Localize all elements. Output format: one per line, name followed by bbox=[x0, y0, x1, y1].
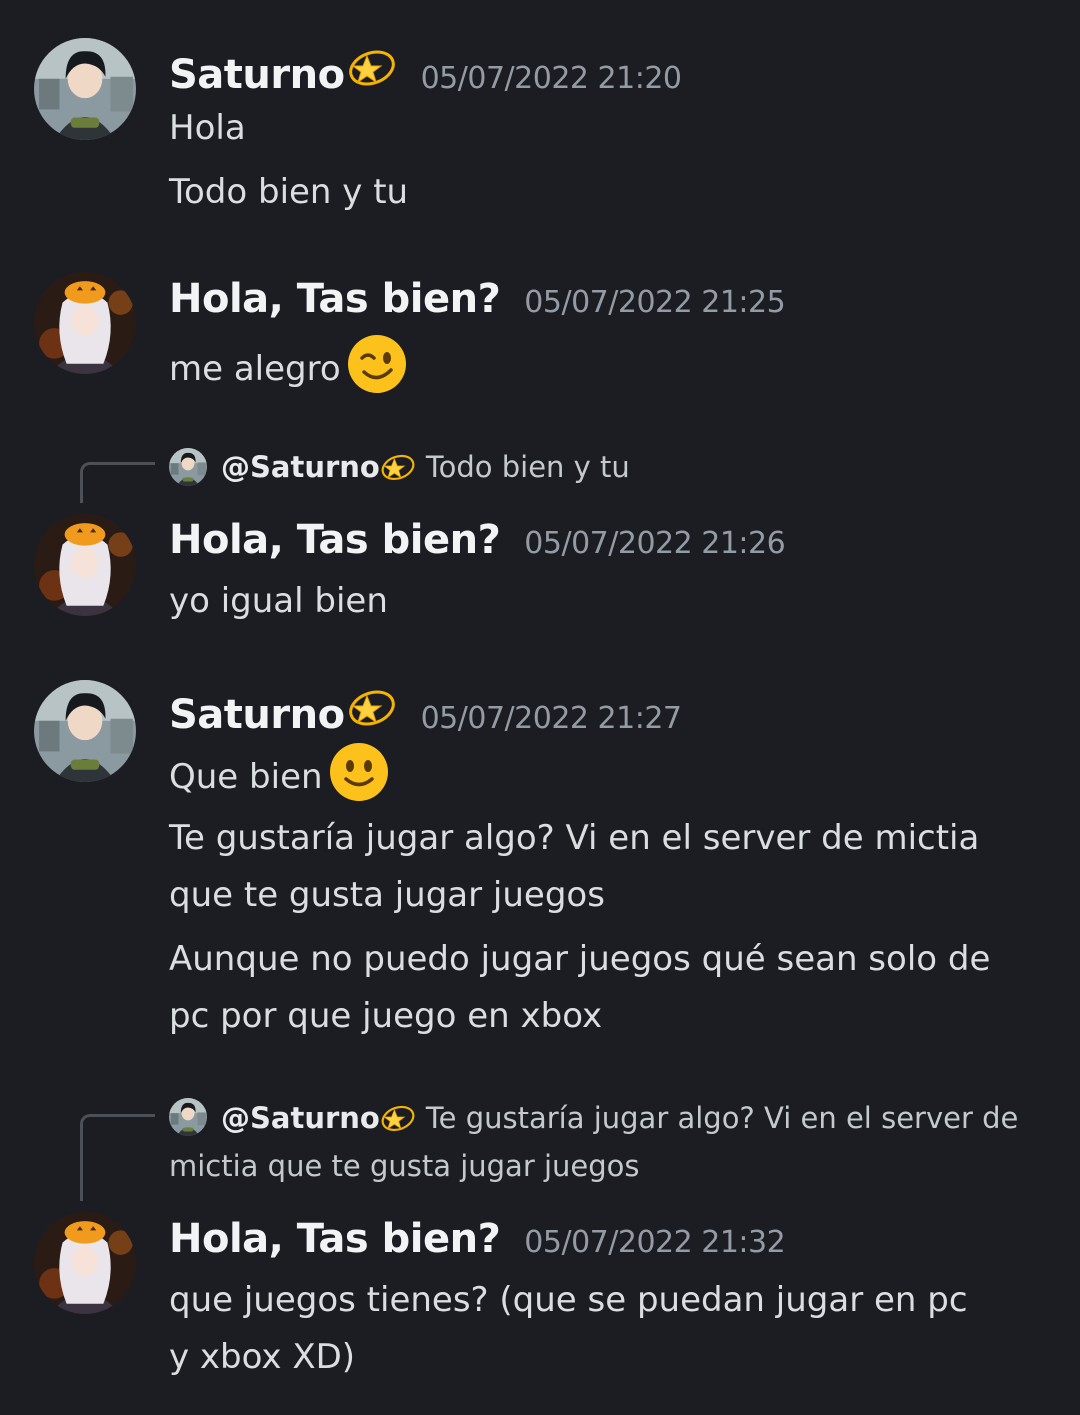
message-text: me alegro bbox=[169, 334, 1050, 398]
user-avatar-image bbox=[34, 38, 136, 140]
username[interactable]: Saturno bbox=[169, 52, 345, 98]
username[interactable]: Saturno bbox=[169, 692, 345, 738]
avatar[interactable] bbox=[34, 38, 136, 140]
username[interactable]: Hola, Tas bien? bbox=[169, 517, 501, 563]
user-avatar-image bbox=[34, 1212, 136, 1314]
message-content: me alegro bbox=[169, 349, 341, 389]
reply-connector bbox=[80, 462, 155, 503]
dizzy-star-icon bbox=[347, 44, 397, 88]
timestamp: 05/07/2022 21:26 bbox=[524, 526, 786, 561]
message-text: Todo bien y tu bbox=[169, 172, 409, 212]
timestamp: 05/07/2022 21:27 bbox=[420, 701, 682, 736]
avatar[interactable] bbox=[34, 272, 136, 374]
reply-text: @Saturno Te gustaría jugar algo? Vi en el… bbox=[169, 1094, 1020, 1190]
user-avatar-image bbox=[34, 272, 136, 374]
message-header: Hola, Tas bien? 05/07/2022 21:32 bbox=[169, 1216, 786, 1262]
message-header: Saturno 05/07/2022 21:20 bbox=[169, 44, 682, 98]
timestamp: 05/07/2022 21:20 bbox=[420, 61, 682, 96]
message-header: Hola, Tas bien? 05/07/2022 21:25 bbox=[169, 276, 786, 322]
message-text: Que bien bbox=[169, 742, 1050, 806]
message-header: Saturno 05/07/2022 21:27 bbox=[169, 684, 682, 738]
message-text: que juegos tienes? (que se puedan jugar … bbox=[169, 1280, 968, 1377]
username[interactable]: Hola, Tas bien? bbox=[169, 1216, 501, 1262]
reply-text: @Saturno Todo bien y tu bbox=[169, 443, 1020, 491]
slightly-smiling-face-icon bbox=[329, 742, 389, 802]
message-text: Hola bbox=[169, 108, 246, 148]
username[interactable]: Hola, Tas bien? bbox=[169, 276, 501, 322]
reply-excerpt: Todo bien y tu bbox=[425, 450, 630, 484]
dizzy-star-icon bbox=[380, 450, 416, 482]
user-avatar-image bbox=[34, 514, 136, 616]
dizzy-star-icon bbox=[347, 684, 397, 728]
avatar[interactable] bbox=[34, 1212, 136, 1314]
dizzy-star-icon bbox=[380, 1101, 416, 1133]
reply-mention[interactable]: @Saturno bbox=[221, 1101, 380, 1135]
message-header: Hola, Tas bien? 05/07/2022 21:26 bbox=[169, 517, 786, 563]
message-text: Te gustaría jugar algo? Vi en el server … bbox=[169, 818, 980, 915]
avatar[interactable] bbox=[34, 680, 136, 782]
message-text: yo igual bien bbox=[169, 581, 388, 621]
winking-face-icon bbox=[347, 334, 407, 394]
reply-mention[interactable]: @Saturno bbox=[221, 450, 380, 484]
timestamp: 05/07/2022 21:32 bbox=[524, 1225, 786, 1260]
timestamp: 05/07/2022 21:25 bbox=[524, 285, 786, 320]
avatar[interactable] bbox=[34, 514, 136, 616]
user-avatar-image bbox=[34, 680, 136, 782]
message-content: Que bien bbox=[169, 757, 323, 797]
reply-connector bbox=[80, 1114, 155, 1201]
message-text: Aunque no puedo jugar juegos qué sean so… bbox=[169, 939, 991, 1036]
